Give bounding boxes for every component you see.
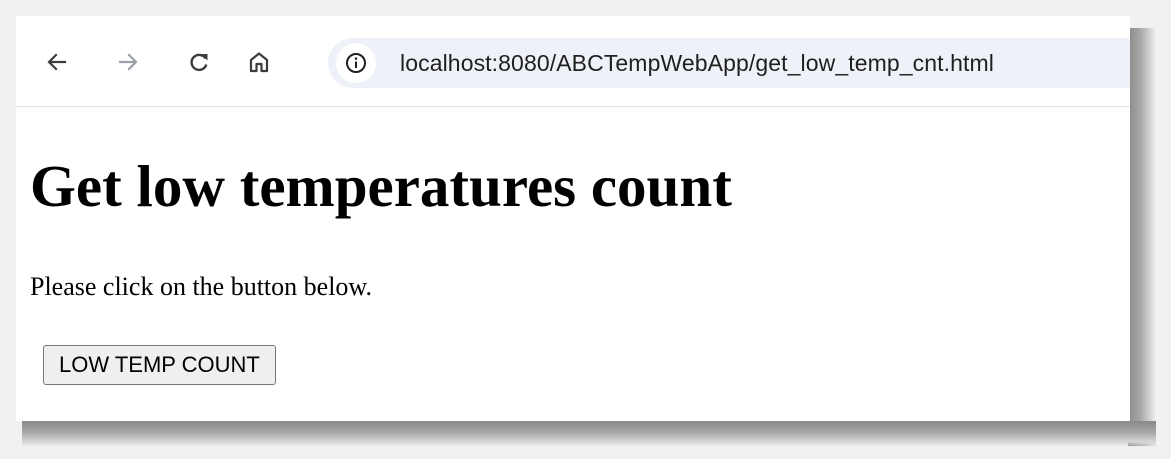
reload-button[interactable] xyxy=(182,45,216,79)
low-temp-count-button[interactable]: LOW TEMP COUNT xyxy=(43,345,276,385)
page-title: Get low temperatures count xyxy=(30,153,732,219)
window-shadow-bottom xyxy=(22,421,1156,447)
page-content: Get low temperatures count Please click … xyxy=(16,107,1130,421)
address-bar[interactable]: localhost:8080/ABCTempWebApp/get_low_tem… xyxy=(328,38,1130,88)
window-shadow-right xyxy=(1128,28,1156,446)
site-info-button[interactable] xyxy=(336,43,376,83)
screenshot-stage: localhost:8080/ABCTempWebApp/get_low_tem… xyxy=(0,0,1171,459)
address-url[interactable]: localhost:8080/ABCTempWebApp/get_low_tem… xyxy=(400,50,994,77)
forward-button[interactable] xyxy=(111,45,145,79)
reload-icon xyxy=(190,53,208,72)
home-button[interactable] xyxy=(242,45,276,79)
arrow-left-icon xyxy=(47,53,67,71)
arrow-right-icon xyxy=(118,53,138,71)
instructions-text: Please click on the button below. xyxy=(30,272,373,301)
info-circle-icon xyxy=(346,53,366,73)
home-icon xyxy=(249,52,269,73)
browser-toolbar: localhost:8080/ABCTempWebApp/get_low_tem… xyxy=(16,16,1130,107)
back-button[interactable] xyxy=(40,45,74,79)
browser-window: localhost:8080/ABCTempWebApp/get_low_tem… xyxy=(16,16,1130,421)
